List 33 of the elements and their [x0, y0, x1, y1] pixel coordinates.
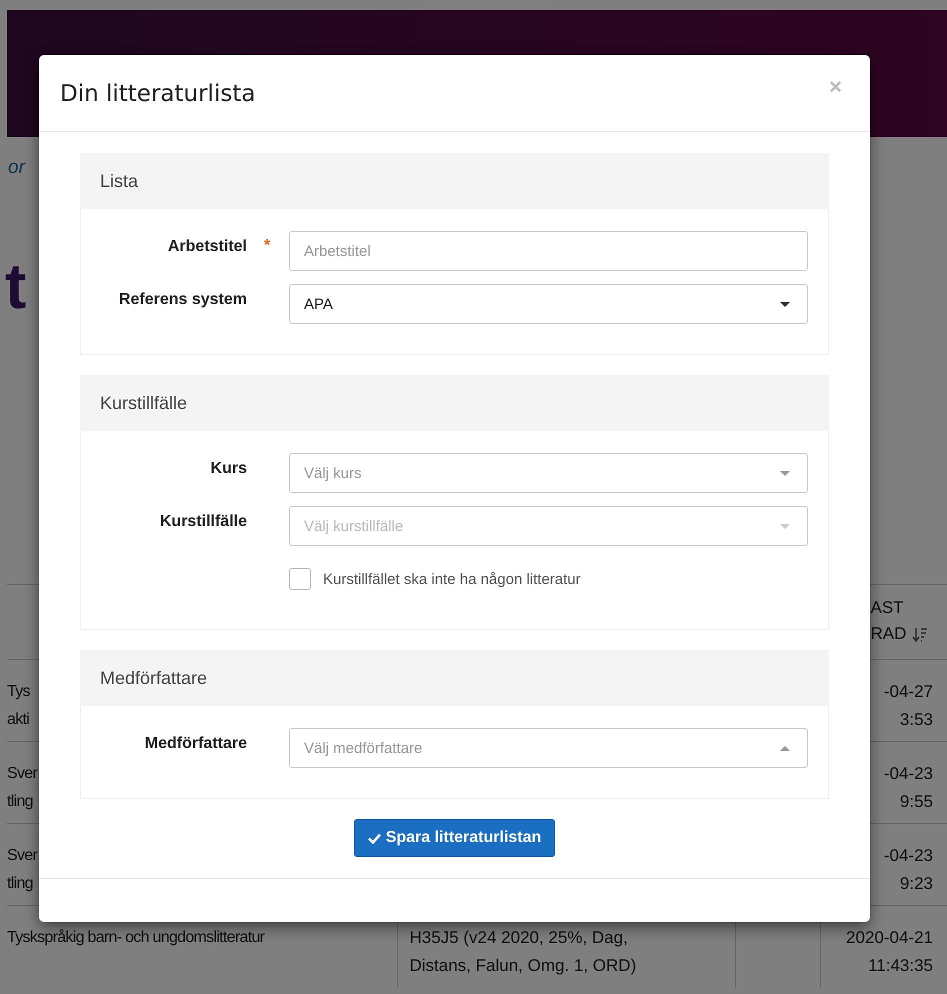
caret-icon[interactable]	[780, 302, 790, 306]
select-field[interactable]: Välj kurs	[289, 453, 808, 493]
field-label: Arbetstitel	[168, 238, 247, 256]
section-header: Medförfattare	[80, 650, 829, 706]
field-label: Medförfattare	[144, 735, 247, 753]
input-field[interactable]: Arbetstitel	[289, 231, 808, 271]
checkbox-label[interactable]: Kurstillfället ska inte ha någon litteratur	[323, 570, 581, 588]
table-cell-text: Sver tling	[7, 846, 38, 894]
table-cell-text: 2020-04-21 11:43:35	[845, 927, 933, 977]
table-cell-text: Sver tling	[7, 764, 38, 812]
checkbox[interactable]	[289, 568, 311, 590]
table-cell-text: -04-23 9:23	[882, 845, 933, 895]
table-cell-text: Tys akti	[7, 682, 30, 730]
sort-icon[interactable]	[912, 627, 928, 643]
page-heading: t	[5, 251, 26, 321]
field-label: Kurstillfälle	[160, 513, 247, 531]
table-cell-text: Tyskspråkig barn- och ungdomslitteratur	[7, 928, 264, 948]
column-header[interactable]: AST RAD	[870, 595, 906, 647]
section-header: Kurstillfälle	[80, 375, 829, 431]
select-field[interactable]: APA	[289, 284, 808, 324]
check-icon	[368, 832, 381, 844]
table-cell-text: -04-27 3:53	[882, 681, 933, 731]
required-mark: *	[264, 237, 270, 255]
field-label: Kurs	[210, 460, 247, 478]
select-field[interactable]: Välj medförfattare	[289, 728, 808, 768]
close-button[interactable]: ×	[825, 74, 846, 100]
field-label: Referens system	[118, 291, 247, 309]
breadcrumb-link[interactable]: or	[8, 157, 25, 179]
dialog-title: Din litteraturlista	[60, 81, 256, 107]
table-cell-text: H35J5 (v24 2020, 25%, Dag, Distans, Falun, Omg. 1, ORD)	[410, 927, 636, 977]
section-header: Lista	[80, 153, 829, 209]
table-cell-text: -04-23 9:55	[882, 763, 933, 813]
save-button[interactable]: Spara litteraturlistan	[354, 819, 556, 857]
